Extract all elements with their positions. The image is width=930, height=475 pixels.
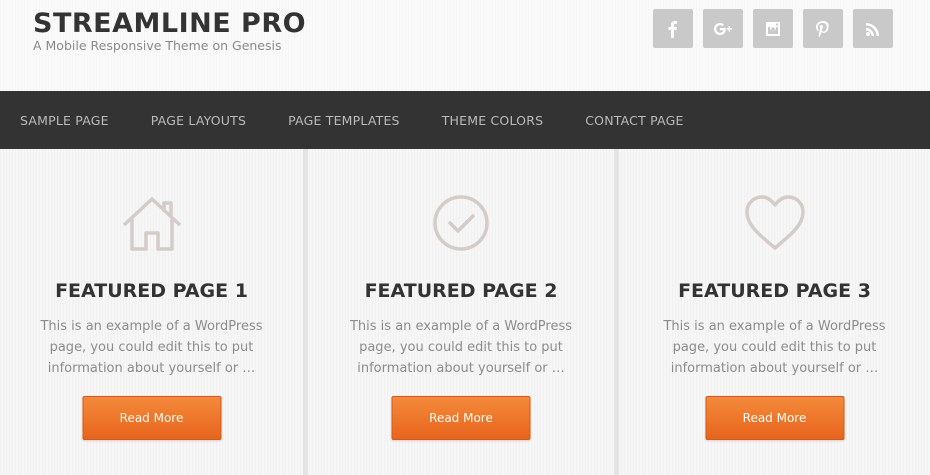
site-description: A Mobile Responsive Theme on Genesis — [33, 38, 282, 53]
rss-icon — [866, 22, 879, 36]
facebook-icon — [668, 20, 677, 38]
read-more-button[interactable]: Read More — [82, 396, 221, 440]
facebook-button[interactable] — [653, 9, 693, 48]
featured-page-3: FEATURED PAGE 3 This is an example of a … — [619, 149, 930, 475]
pinterest-icon — [816, 20, 829, 37]
social-icons — [653, 9, 893, 48]
nav-item-sample-page[interactable]: SAMPLE PAGE — [20, 113, 109, 128]
nav-item-page-templates[interactable]: PAGE TEMPLATES — [288, 113, 400, 128]
check-circle-icon — [429, 193, 493, 253]
home-icon — [120, 193, 184, 253]
google-plus-icon — [714, 22, 732, 35]
nav-item-theme-colors[interactable]: THEME COLORS — [442, 113, 544, 128]
pinterest-button[interactable] — [803, 9, 843, 48]
nav-item-contact-page[interactable]: CONTACT PAGE — [585, 113, 683, 128]
featured-title[interactable]: FEATURED PAGE 3 — [619, 280, 930, 302]
featured-pages: FEATURED PAGE 1 This is an example of a … — [0, 149, 930, 475]
featured-excerpt: This is an example of a WordPress page, … — [349, 319, 573, 376]
heart-icon — [743, 193, 807, 253]
featured-title[interactable]: FEATURED PAGE 1 — [0, 280, 303, 302]
instagram-button[interactable] — [753, 9, 793, 48]
featured-excerpt: This is an example of a WordPress page, … — [663, 319, 886, 376]
featured-title[interactable]: FEATURED PAGE 2 — [308, 280, 614, 302]
primary-nav: SAMPLE PAGE PAGE LAYOUTS PAGE TEMPLATES … — [0, 91, 930, 149]
google-plus-button[interactable] — [703, 9, 743, 48]
nav-item-page-layouts[interactable]: PAGE LAYOUTS — [151, 113, 246, 128]
featured-page-2: FEATURED PAGE 2 This is an example of a … — [308, 149, 619, 475]
read-more-button[interactable]: Read More — [705, 396, 844, 440]
site-title[interactable]: STREAMLINE PRO — [33, 8, 306, 39]
featured-page-1: FEATURED PAGE 1 This is an example of a … — [0, 149, 308, 475]
site-header: STREAMLINE PRO A Mobile Responsive Theme… — [0, 0, 930, 91]
instagram-icon — [766, 21, 780, 36]
featured-excerpt: This is an example of a WordPress page, … — [40, 319, 263, 376]
rss-button[interactable] — [853, 9, 893, 48]
read-more-button[interactable]: Read More — [391, 396, 531, 440]
